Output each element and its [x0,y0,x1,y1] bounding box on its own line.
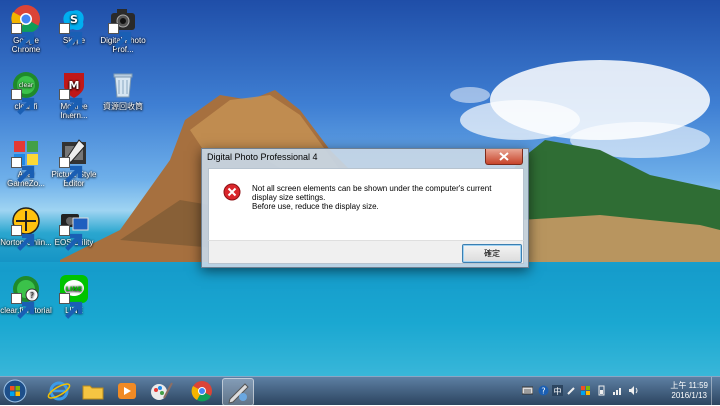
desktop-icon-label: 資源回收筒 [103,102,143,111]
skype-icon: S [59,4,89,49]
battery-icon[interactable] [596,385,607,396]
shortcut-arrow-icon [59,293,83,319]
message-line: Before use, reduce the display size. [252,202,379,211]
ime-icon[interactable]: 中 [552,385,563,396]
desktop-icon-norton[interactable]: Norton Onlin... [0,206,52,251]
tool-icon[interactable] [566,385,577,396]
svg-text:LINE: LINE [66,285,82,293]
shortcut-arrow-icon [11,89,35,115]
windows-flag-icon[interactable] [580,385,591,396]
taskbar-clock[interactable]: 上午 11:59 2016/1/13 [670,381,708,401]
taskbar-internet-explorer[interactable] [44,378,74,404]
desktop-icon-mcafee[interactable]: M McAfee Intern... [48,70,100,120]
clearfi-tutorial-icon: ? [11,274,41,319]
paint-icon [151,382,173,400]
eos-utility-icon [59,206,89,251]
clearfi-icon: clear [11,70,41,115]
desktop-icon-skype[interactable]: S Skype [48,4,100,49]
svg-text:?: ? [541,387,545,396]
media-player-icon [118,383,136,399]
message-line: Not all screen elements can be shown und… [252,184,492,193]
desktop-icon-digital-photo-professional[interactable]: Digital Photo Prof... [97,4,149,54]
taskbar-chrome[interactable] [187,378,217,404]
line-icon: LINE [59,274,89,319]
dialog-footer: 確定 [208,240,524,264]
start-orb-icon [3,379,27,403]
desktop-icon-picture-style-editor[interactable]: Picture Style Editor [48,138,100,188]
file-explorer-icon [82,385,104,400]
close-button[interactable] [485,149,523,165]
message-line: display size settings. [252,193,326,202]
shortcut-arrow-icon [11,293,35,319]
ok-button[interactable]: 確定 [462,244,522,263]
error-icon [223,183,241,201]
chrome-icon [191,381,212,402]
desktop-icon-eos-utility[interactable]: EOS Utility [48,206,100,251]
desktop-icon-clearfi-tutorial[interactable]: ? clear.fi Tutorial [0,274,52,319]
shortcut-arrow-icon [11,23,35,49]
desktop: Google Chrome clear clear.fi Acer GameZo… [0,0,720,376]
dialog-body: Not all screen elements can be shown und… [208,168,524,242]
camera-icon [108,4,138,49]
keyboard-icon[interactable] [522,385,533,396]
mcafee-icon: M [59,70,89,115]
taskbar-media-player[interactable] [112,378,142,404]
desktop-icon-recycle-bin[interactable]: 資源回收筒 [97,70,149,111]
shortcut-arrow-icon [59,157,83,183]
close-icon [499,152,509,161]
photo-app-icon [228,383,249,404]
network-signal-icon[interactable] [612,385,623,396]
svg-text:中: 中 [554,386,562,396]
taskbar-file-explorer[interactable] [78,378,108,404]
volume-icon[interactable] [628,385,639,396]
shortcut-arrow-icon [59,23,83,49]
internet-explorer-icon [47,381,71,401]
desktop-icon-google-chrome[interactable]: Google Chrome [0,4,52,54]
norton-icon [11,206,41,251]
error-dialog: Digital Photo Professional 4 Not all scr… [201,148,529,268]
shortcut-arrow-icon [11,225,35,251]
shortcut-arrow-icon [11,157,35,183]
taskbar: ? 中 上午 11:59 2016/1/13 [0,376,720,406]
dialog-title: Digital Photo Professional 4 [207,152,318,162]
desktop-icon-clearfi[interactable]: clear clear.fi [0,70,52,115]
gamezone-icon [11,138,41,183]
dialog-message: Not all screen elements can be shown und… [252,184,512,211]
desktop-icon-acer-gamezone[interactable]: Acer GameZo... [0,138,52,188]
picture-style-icon [59,138,89,183]
recycle-bin-icon [108,70,138,100]
clock-date: 2016/1/13 [671,391,707,400]
svg-text:clear: clear [19,82,34,89]
shortcut-arrow-icon [59,89,83,115]
chrome-icon [11,4,41,49]
shortcut-arrow-icon [59,225,83,251]
show-desktop-button[interactable] [711,377,720,405]
start-button[interactable] [2,378,28,404]
help-icon[interactable]: ? [538,385,549,396]
clock-time: 上午 11:59 [670,381,708,390]
shortcut-arrow-icon [108,23,132,49]
taskbar-photo-app[interactable] [222,378,254,406]
system-tray: ? 中 [520,377,660,405]
taskbar-paint[interactable] [146,378,176,404]
desktop-icon-line[interactable]: LINE LINE [48,274,100,319]
